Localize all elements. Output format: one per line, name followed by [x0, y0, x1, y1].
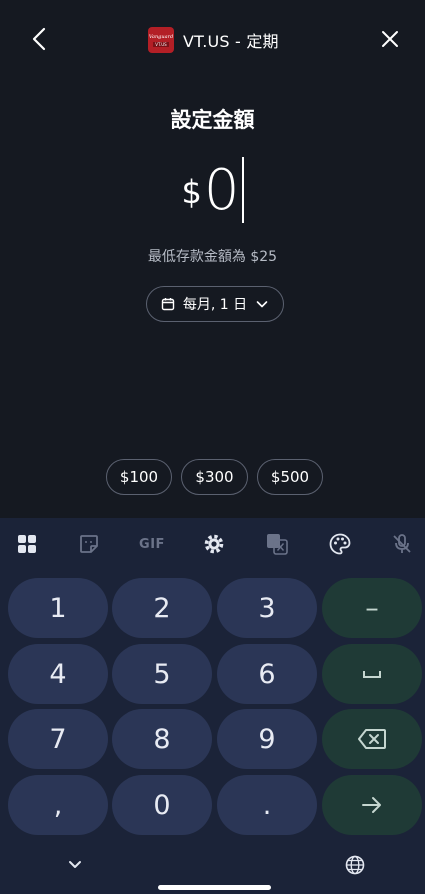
- preset-100-button[interactable]: $100: [106, 459, 172, 495]
- preset-500-button[interactable]: $500: [257, 459, 323, 495]
- home-indicator[interactable]: [158, 885, 271, 890]
- chevron-left-icon: [32, 27, 46, 51]
- app-header: Vanguard VT.US VT.US - 定期: [0, 0, 425, 80]
- key-1[interactable]: 1: [8, 578, 108, 638]
- schedule-label: 每月, 1 日: [182, 297, 248, 313]
- key-5[interactable]: 5: [112, 644, 212, 704]
- arrow-right-icon: [362, 797, 381, 813]
- key-2[interactable]: 2: [112, 578, 212, 638]
- calendar-icon: [161, 298, 175, 311]
- backspace-key[interactable]: [322, 709, 422, 769]
- logo-ticker: VT.US: [153, 41, 169, 47]
- preset-300-button[interactable]: $300: [181, 459, 248, 495]
- numeric-keyboard: GIF 1 2 3 – 4 5 6 7 8 9 , 0 .: [0, 518, 425, 894]
- gif-button[interactable]: GIF: [138, 531, 166, 557]
- sticker-icon: [80, 535, 98, 553]
- logo-text: Vanguard: [148, 33, 174, 40]
- sticker-button[interactable]: [76, 531, 102, 557]
- globe-icon: [345, 855, 365, 875]
- preset-amounts: $100 $300 $500: [106, 459, 323, 495]
- space-key[interactable]: [322, 644, 422, 704]
- hide-keyboard-button[interactable]: [64, 854, 86, 876]
- schedule-dropdown[interactable]: 每月, 1 日: [146, 286, 284, 322]
- theme-button[interactable]: [327, 531, 353, 557]
- chevron-down-icon: [69, 861, 81, 868]
- text-caret: [241, 157, 244, 223]
- key-7[interactable]: 7: [8, 709, 108, 769]
- gif-label: GIF: [139, 536, 165, 552]
- translate-icon: [267, 534, 288, 555]
- apps-grid-button[interactable]: [14, 531, 40, 557]
- backspace-icon: [358, 729, 386, 749]
- key-3[interactable]: 3: [217, 578, 317, 638]
- close-button[interactable]: [375, 24, 405, 54]
- chevron-down-icon: [256, 301, 268, 308]
- keyboard-toolbar: GIF: [0, 518, 425, 570]
- grid-icon: [18, 535, 36, 553]
- back-button[interactable]: [26, 24, 54, 54]
- comma-key[interactable]: ,: [8, 775, 108, 835]
- minus-key[interactable]: –: [322, 578, 422, 638]
- amount-value: 0: [203, 157, 240, 223]
- key-4[interactable]: 4: [8, 644, 108, 704]
- enter-key[interactable]: [322, 775, 422, 835]
- set-amount-heading: 設定金額: [170, 108, 255, 132]
- currency-symbol: $: [181, 173, 202, 211]
- key-8[interactable]: 8: [112, 709, 212, 769]
- period-key[interactable]: .: [217, 775, 317, 835]
- close-icon: [382, 31, 398, 47]
- settings-button[interactable]: [201, 531, 227, 557]
- page-title: VT.US - 定期: [183, 32, 279, 51]
- fund-logo: Vanguard VT.US: [148, 27, 174, 53]
- key-9[interactable]: 9: [217, 709, 317, 769]
- voice-input-button[interactable]: [389, 531, 415, 557]
- key-6[interactable]: 6: [217, 644, 317, 704]
- mic-off-icon: [393, 534, 411, 553]
- palette-icon: [329, 533, 351, 555]
- language-button[interactable]: [343, 853, 367, 877]
- minimum-deposit-note: 最低存款金額為 $25: [147, 249, 278, 265]
- translate-button[interactable]: [264, 531, 290, 557]
- gear-icon: [204, 534, 224, 554]
- space-icon: [363, 671, 381, 678]
- key-0[interactable]: 0: [112, 775, 212, 835]
- amount-input[interactable]: $ 0: [0, 150, 425, 230]
- title-group: Vanguard VT.US VT.US - 定期: [148, 27, 279, 53]
